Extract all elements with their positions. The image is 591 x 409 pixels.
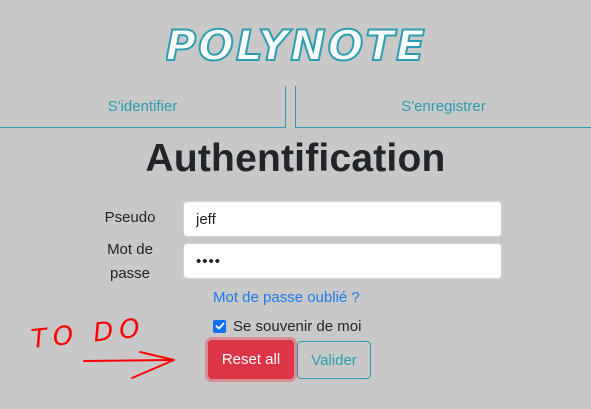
forgot-password-link[interactable]: Mot de passe oublié ?: [213, 289, 360, 306]
password-label: Mot de passe: [96, 238, 164, 286]
logo-text: POLYNOTE: [166, 21, 426, 70]
tab-register-label: S'enregistrer: [401, 98, 486, 115]
todo-annotation-text: TO DO: [30, 313, 148, 355]
submit-button[interactable]: Valider: [297, 341, 371, 379]
arrow-right-icon: [83, 351, 175, 379]
remember-me: Se souvenir de moi: [213, 317, 361, 335]
tab-register[interactable]: S'enregistrer: [295, 86, 591, 128]
password-label-line2: passe: [109, 265, 151, 282]
page-title: Authentification: [145, 137, 446, 180]
remember-checkbox[interactable]: [213, 319, 226, 333]
password-input[interactable]: [183, 243, 502, 279]
pseudo-input[interactable]: [183, 201, 502, 237]
pseudo-label: Pseudo: [104, 209, 156, 226]
reset-all-button[interactable]: Reset all: [208, 340, 294, 379]
remember-label: Se souvenir de moi: [233, 317, 362, 335]
app-logo: POLYNOTE: [0, 14, 591, 76]
todo-annotation: TO DO: [30, 313, 175, 379]
password-label-line1: Mot de: [107, 241, 153, 258]
tab-login[interactable]: S'identifier: [0, 86, 286, 128]
auth-tabs: S'identifier S'enregistrer: [0, 86, 591, 128]
checkmark-icon: [215, 322, 224, 330]
tab-login-label: S'identifier: [107, 98, 178, 115]
